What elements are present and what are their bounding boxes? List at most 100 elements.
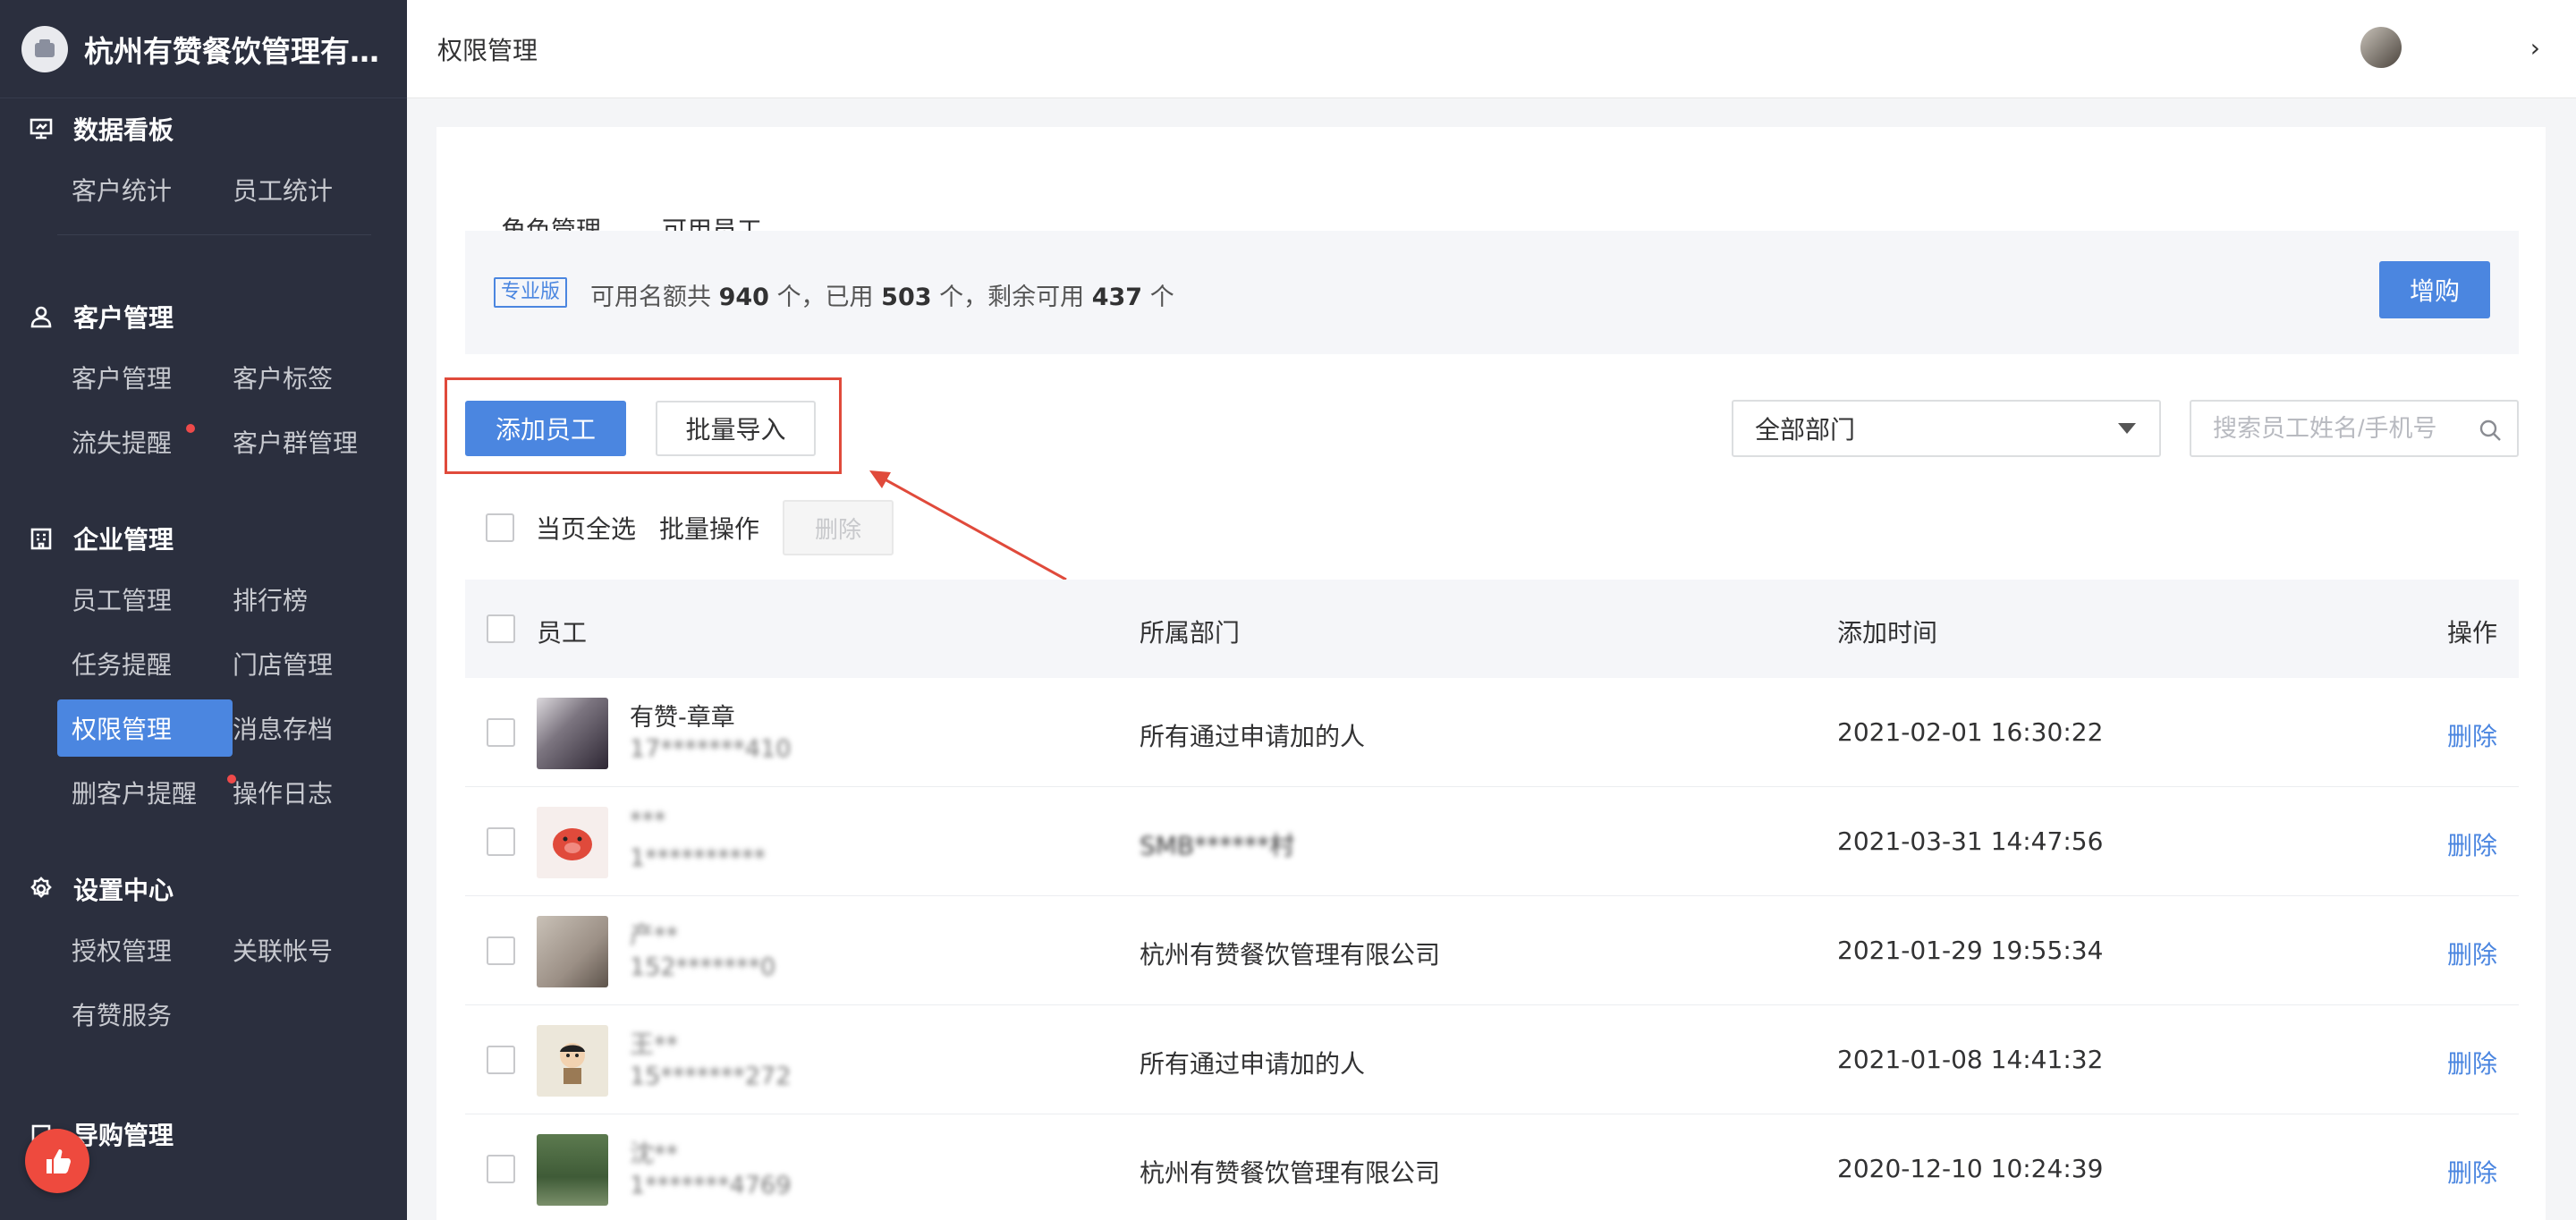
delete-link[interactable]: 删除: [2447, 936, 2497, 971]
employee-phone: 152*******0: [630, 953, 776, 981]
company-name: 杭州有赞餐饮管理有...: [84, 33, 379, 69]
chevron-right-icon[interactable]: ›: [2530, 33, 2540, 63]
avatar: [537, 1134, 608, 1206]
header-employee: 员工: [537, 618, 588, 648]
gear-icon: [27, 875, 55, 903]
sidebar-item-customer-stats[interactable]: 客户统计: [72, 161, 233, 218]
avatar: [537, 807, 608, 878]
avatar: [537, 1025, 608, 1097]
sidebar-item-group-mgmt[interactable]: 客户群管理: [233, 413, 394, 470]
delete-link[interactable]: 删除: [2447, 826, 2497, 862]
nav-head-label: 数据看板: [73, 115, 174, 145]
sidebar-item-customer-tags[interactable]: 客户标签: [233, 349, 394, 406]
employee-phone: 17*******410: [630, 735, 792, 763]
company-logo-icon: [21, 25, 68, 72]
brand-header[interactable]: 杭州有赞餐饮管理有...: [0, 0, 407, 98]
quota-prefix: 可用名额共: [590, 284, 711, 311]
select-all-checkbox[interactable]: [487, 614, 515, 643]
quota-banner: 专业版 可用名额共 940 个，已用 503 个，剩余可用 437 个 增购: [465, 231, 2519, 354]
table-row: *** 1********** SMB******村 2021-03-31 14…: [465, 787, 2519, 896]
nav-group-customers: 客户管理 客户管理 客户标签 流失提醒 客户群管理: [0, 288, 407, 474]
sidebar: 杭州有赞餐饮管理有... 数据看板 客户统计 员工统计 客户管理 客户管理 客户…: [0, 0, 407, 1220]
nav-group-dashboard: 数据看板 客户统计 员工统计: [0, 100, 407, 235]
nav-head-customers[interactable]: 客户管理: [0, 288, 407, 345]
department-select[interactable]: 全部部门: [1732, 400, 2161, 457]
sidebar-item-authorization[interactable]: 授权管理: [72, 921, 233, 979]
delete-link[interactable]: 删除: [2447, 1045, 2497, 1080]
nav-head-label: 企业管理: [73, 525, 174, 555]
nav-head-settings[interactable]: 设置中心: [0, 860, 407, 918]
header-department: 所属部门: [1140, 618, 1241, 648]
sidebar-item-employee-mgmt[interactable]: 员工管理: [72, 571, 233, 628]
row-checkbox[interactable]: [487, 1046, 515, 1074]
employee-phone: 1*******4769: [630, 1172, 792, 1199]
department-cell: 杭州有赞餐饮管理有限公司: [1140, 940, 1441, 970]
department-cell: SMB******村: [1140, 831, 1295, 860]
employee-name: 产**: [630, 922, 678, 950]
sidebar-item-churn-alert[interactable]: 流失提醒: [72, 413, 233, 470]
table-row: 产** 152*******0 杭州有赞餐饮管理有限公司 2021-01-29 …: [465, 896, 2519, 1005]
search-field[interactable]: [2190, 400, 2519, 457]
time-cell: 2020-12-10 10:24:39: [1837, 1154, 2104, 1183]
row-checkbox[interactable]: [487, 718, 515, 747]
avatar: [537, 698, 608, 769]
sidebar-item-customer-mgmt[interactable]: 客户管理: [72, 349, 233, 406]
user-icon: [27, 302, 55, 331]
sidebar-item-label: 删客户提醒: [72, 779, 198, 809]
employee-name: 有赞-章章: [630, 704, 735, 732]
topbar: 权限管理 ›: [407, 0, 2576, 98]
breadcrumb: 权限管理: [437, 35, 538, 65]
bulk-operation-label: 批量操作: [659, 514, 760, 544]
row-checkbox[interactable]: [487, 1155, 515, 1183]
quota-text: 可用名额共 940 个，已用 503 个，剩余可用 437 个: [590, 277, 1174, 312]
buy-more-button[interactable]: 增购: [2379, 261, 2490, 318]
time-cell: 2021-02-01 16:30:22: [1837, 717, 2104, 747]
notification-dot: [186, 424, 195, 433]
quota-unit: 个，剩余可用: [939, 284, 1085, 311]
caret-down-icon: [2118, 423, 2136, 434]
delete-link[interactable]: 删除: [2447, 717, 2497, 753]
divider: [57, 234, 371, 235]
sidebar-item-permissions[interactable]: 权限管理: [57, 699, 233, 757]
thumbs-up-button[interactable]: [25, 1129, 89, 1193]
table-row: 王** 15*******272 所有通过申请加的人 2021-01-08 14…: [465, 1005, 2519, 1114]
bulk-action-row: 当页全选 批量操作 删除: [486, 500, 894, 555]
avatar[interactable]: [2360, 27, 2402, 68]
header-added-time: 添加时间: [1837, 618, 1938, 648]
add-employee-button[interactable]: 添加员工: [465, 401, 626, 456]
nav-group-enterprise: 企业管理 员工管理 排行榜 任务提醒 门店管理 权限管理 消息存档 删客户提醒 …: [0, 510, 407, 825]
search-input[interactable]: [2213, 414, 2472, 443]
row-checkbox[interactable]: [487, 827, 515, 856]
search-icon[interactable]: [2478, 418, 2503, 443]
sidebar-item-store-mgmt[interactable]: 门店管理: [233, 635, 394, 692]
pig-avatar-icon: [553, 828, 592, 860]
avatar: [537, 916, 608, 987]
sidebar-item-operation-log[interactable]: 操作日志: [233, 764, 394, 821]
edition-badge: 专业版: [494, 277, 568, 308]
sidebar-item-youzan-service[interactable]: 有赞服务: [72, 986, 233, 1043]
employee-name: 王**: [630, 1031, 678, 1059]
sidebar-item-task-reminder[interactable]: 任务提醒: [72, 635, 233, 692]
dashboard-icon: [27, 114, 55, 143]
nav-head-dashboard[interactable]: 数据看板: [0, 100, 407, 157]
quota-unit: 个: [1149, 284, 1174, 311]
select-page-checkbox[interactable]: [486, 513, 514, 542]
batch-import-button[interactable]: 批量导入: [656, 401, 816, 456]
row-checkbox[interactable]: [487, 936, 515, 965]
employee-phone: 15*******272: [630, 1063, 792, 1090]
quota-used: 503: [881, 284, 932, 311]
sidebar-item-employee-stats[interactable]: 员工统计: [233, 161, 394, 218]
quota-unit: 个，已用: [776, 284, 874, 311]
delete-link[interactable]: 删除: [2447, 1154, 2497, 1190]
nav-head-enterprise[interactable]: 企业管理: [0, 510, 407, 567]
department-cell: 杭州有赞餐饮管理有限公司: [1140, 1158, 1441, 1188]
select-page-label: 当页全选: [536, 514, 637, 544]
sidebar-item-delete-customer-alert[interactable]: 删客户提醒: [72, 764, 236, 821]
sidebar-item-ranking[interactable]: 排行榜: [233, 571, 394, 628]
sidebar-item-message-archive[interactable]: 消息存档: [233, 699, 394, 757]
sidebar-item-linked-account[interactable]: 关联帐号: [233, 921, 394, 979]
time-cell: 2021-01-29 19:55:34: [1837, 936, 2104, 965]
user-menu[interactable]: ›: [2360, 27, 2540, 68]
table-row: 有赞-章章 17*******410 所有通过申请加的人 2021-02-01 …: [465, 678, 2519, 787]
bulk-delete-button[interactable]: 删除: [783, 500, 894, 555]
